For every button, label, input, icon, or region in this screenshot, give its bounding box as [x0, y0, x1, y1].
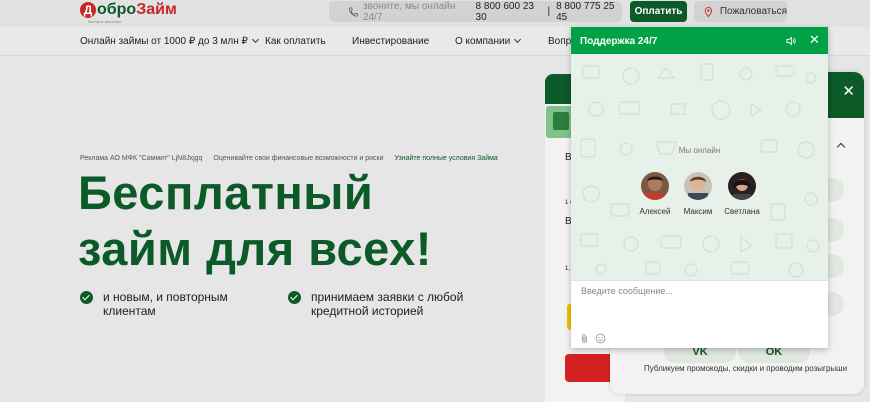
- nav-item-about[interactable]: О компании: [455, 35, 522, 47]
- phone-icon: [349, 7, 358, 16]
- chevron-up-icon[interactable]: [836, 142, 846, 152]
- chat-message-input[interactable]: [581, 286, 817, 296]
- paperclip-icon[interactable]: [580, 333, 589, 344]
- phone-box: звоните, мы онлайн 24/7 8 800 600 23 30 …: [329, 0, 622, 23]
- avatar: [641, 172, 669, 200]
- site-logo[interactable]: Д оброЗайм: [80, 2, 177, 18]
- avatar: [684, 172, 712, 200]
- emoji-icon[interactable]: [595, 333, 606, 344]
- nav-item-loans[interactable]: Онлайн займы от 1000 ₽ до 3 млн ₽: [80, 35, 259, 47]
- chat-compose-area: [571, 280, 828, 348]
- chat-close-icon[interactable]: ✕: [809, 33, 820, 46]
- online-status-label: Мы онлайн: [678, 146, 721, 155]
- check-icon: [288, 291, 301, 304]
- sound-icon[interactable]: [785, 35, 797, 47]
- logo-badge: Д: [80, 2, 96, 18]
- risk-label: Оценивайте свои финансовые возможности и…: [213, 155, 384, 162]
- feature-any-credit-history: принимаем заявки с любой кредитной истори…: [288, 290, 463, 318]
- chat-title: Поддержка 24/7: [580, 36, 658, 47]
- ad-label: Реклама АО МФК "Саммит" LjN8Jxjgq: [80, 155, 203, 162]
- feature-new-and-repeat: и новым, и повторным клиентам: [80, 290, 228, 318]
- chevron-down-icon: [514, 35, 522, 44]
- calculator-label: 1,: [565, 266, 571, 272]
- chat-header: Поддержка 24/7 ✕: [571, 27, 828, 54]
- agent-svetlana: Светлана: [717, 172, 767, 216]
- pay-button[interactable]: Оплатить: [630, 1, 687, 22]
- logo-tagline: быстрое решение: [88, 19, 122, 24]
- phone-number-2[interactable]: 8 800 775 25 45: [556, 1, 622, 23]
- phone-number-1[interactable]: 8 800 600 23 30: [476, 1, 542, 23]
- complain-button[interactable]: Пожаловаться: [694, 1, 787, 22]
- top-bar: Д оброЗайм быстрое решение звоните, мы о…: [0, 0, 870, 27]
- chevron-down-icon: [251, 35, 259, 44]
- hero-title: Бесплатный займ для всех!: [78, 166, 432, 275]
- nav-item-investing[interactable]: Инвестирование: [352, 36, 429, 47]
- location-pin-icon: [704, 6, 713, 17]
- phone-separator: |: [547, 6, 551, 17]
- chat-background-pattern: [580, 63, 820, 278]
- logo-wordmark: оброЗайм: [97, 1, 177, 18]
- promo-text: Публикуем промокоды, скидки и проводим р…: [644, 364, 848, 373]
- phone-label: звоните, мы онлайн 24/7: [362, 0, 456, 23]
- check-icon: [80, 291, 93, 304]
- terms-link[interactable]: Узнайте полные условия Займа: [394, 155, 497, 162]
- promo-close-icon[interactable]: ✕: [842, 84, 855, 99]
- agent-maksim: Максим: [673, 172, 723, 216]
- hero-disclaimer: Реклама АО МФК "Саммит" LjN8Jxjgq Оценив…: [80, 155, 507, 162]
- avatar: [728, 172, 756, 200]
- complain-label: Пожаловаться: [719, 6, 787, 17]
- nav-item-how-to-pay[interactable]: Как оплатить: [265, 36, 326, 47]
- chat-body: Мы онлайн Алексей Максим Светлана: [571, 54, 828, 280]
- support-chat-window: Поддержка 24/7 ✕ Мы онлайн Алексей Макси…: [571, 27, 828, 348]
